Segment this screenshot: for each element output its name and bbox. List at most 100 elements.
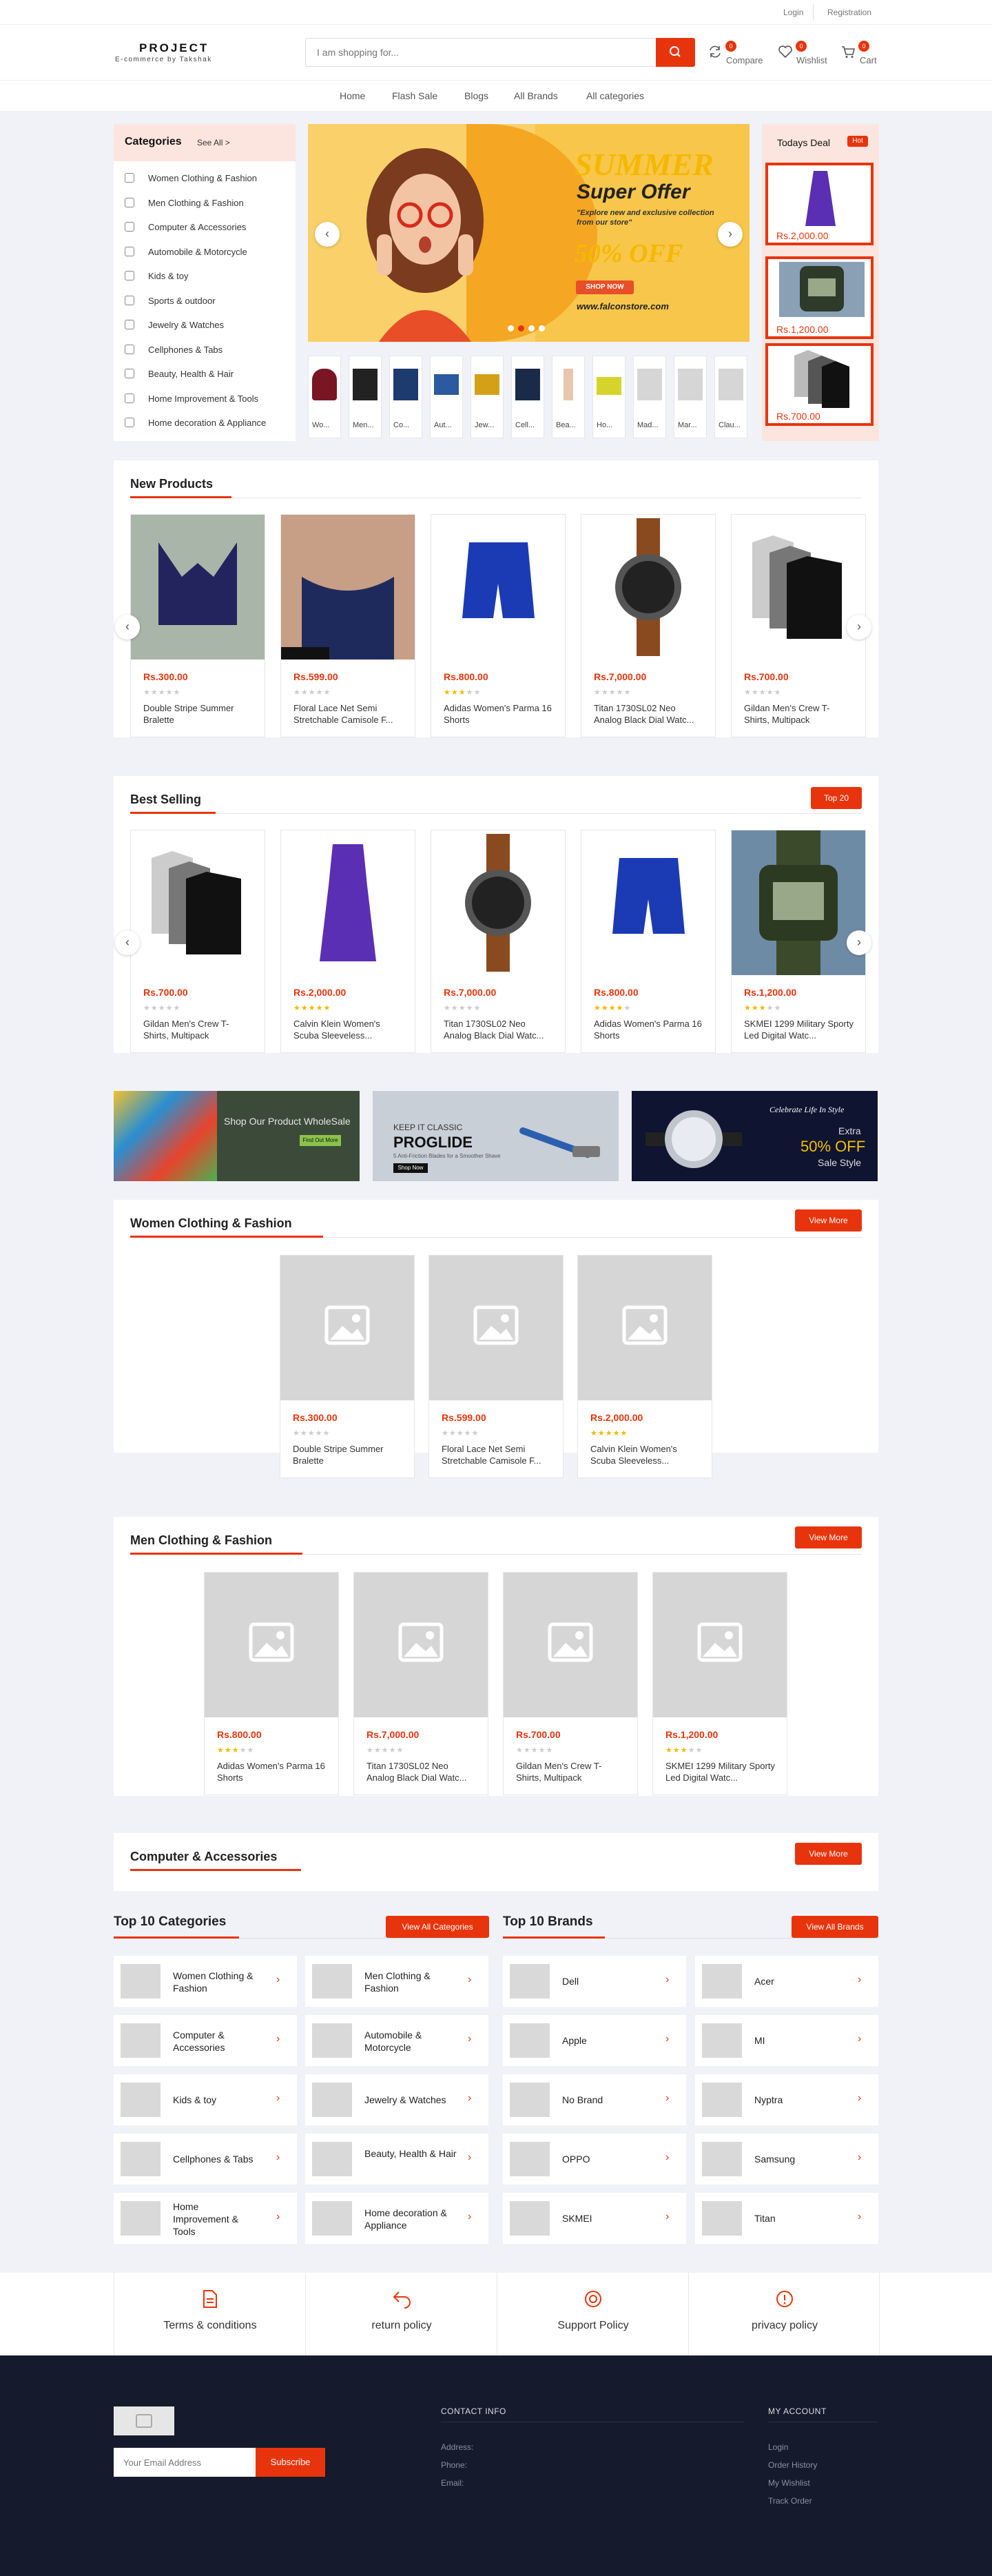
terms-conditions-link[interactable]: Terms & conditions (114, 2273, 305, 2355)
brand-tile[interactable]: Dell › (503, 1956, 686, 2007)
category-thumb[interactable]: Cell... (511, 356, 544, 438)
slider-prev-button[interactable]: ‹ (315, 222, 340, 247)
product-card[interactable]: Rs.1,200.00 ★★★★★ SKMEI 1299 Military Sp… (731, 830, 866, 1053)
category-thumb[interactable]: Wo... (308, 356, 341, 438)
category-tile[interactable]: Beauty, Health & Hair › (305, 2134, 488, 2185)
brand-tile[interactable]: MI › (695, 2015, 878, 2066)
brand-tile[interactable]: Nyptra › (695, 2074, 878, 2125)
track-order-link[interactable]: Track Order (768, 2496, 812, 2506)
product-card[interactable]: Rs.800.00 ★★★★★ Adidas Women's Parma 16 … (581, 830, 716, 1053)
footer-logo[interactable] (114, 2406, 174, 2435)
newsletter-email-input[interactable] (114, 2448, 256, 2477)
wholesale-banner[interactable]: Shop Our Product WholeSale Find Out More (114, 1091, 360, 1181)
category-tile[interactable]: Men Clothing & Fashion › (305, 1956, 488, 2007)
product-card[interactable]: Rs.7,000.00 ★★★★★ Titan 1730SL02 Neo Ana… (431, 830, 566, 1053)
search-button[interactable] (656, 38, 695, 67)
category-thumb[interactable]: Jew... (471, 356, 504, 438)
subscribe-button[interactable]: Subscribe (256, 2448, 325, 2477)
deal-card[interactable]: Rs.2,000.00 (765, 163, 874, 245)
registration-link[interactable]: Registration (827, 8, 871, 17)
category-thumb[interactable]: Bea... (552, 356, 585, 438)
category-thumb[interactable]: Aut... (430, 356, 463, 438)
product-card[interactable]: Rs.800.00 ★★★★★ Adidas Women's Parma 16 … (431, 514, 566, 737)
product-card[interactable]: Rs.700.00 ★★★★★ Gildan Men's Crew T-Shir… (130, 830, 265, 1053)
product-card[interactable]: Rs.1,200.00 ★★★★★ SKMEI 1299 Military Sp… (652, 1572, 787, 1795)
login-link[interactable]: Login (783, 8, 803, 17)
proglide-banner[interactable]: KEEP IT CLASSIC PROGLIDE 5 Anti-Friction… (373, 1091, 619, 1181)
deal-card[interactable]: Rs.700.00 (765, 343, 874, 426)
brand-tile[interactable]: Titan › (695, 2193, 878, 2244)
top-20-button[interactable]: Top 20 (811, 787, 862, 809)
product-card[interactable]: Rs.2,000.00 ★★★★★ Calvin Klein Women's S… (577, 1255, 712, 1478)
nav-flash-sale[interactable]: Flash Sale (392, 90, 437, 101)
privacy-policy-link[interactable]: privacy policy (688, 2273, 880, 2355)
brand-tile[interactable]: OPPO › (503, 2134, 686, 2185)
slider-dot[interactable] (528, 325, 535, 331)
support-policy-link[interactable]: Support Policy (497, 2273, 688, 2355)
logo-title[interactable]: PROJECT (139, 41, 209, 55)
product-card[interactable]: Rs.599.00 ★★★★★ Floral Lace Net Semi Str… (280, 514, 415, 737)
product-card[interactable]: Rs.700.00 ★★★★★ Gildan Men's Crew T-Shir… (503, 1572, 638, 1795)
slider-next-button[interactable]: › (718, 222, 743, 247)
product-card[interactable]: Rs.300.00 ★★★★★ Double Stripe Summer Bra… (280, 1255, 415, 1478)
slider-dot[interactable] (539, 325, 545, 331)
proglide-text: PROGLIDE (393, 1134, 473, 1151)
my-wishlist-link[interactable]: My Wishlist (768, 2478, 810, 2488)
carousel-next-button[interactable]: › (847, 930, 871, 955)
shop-now-button[interactable]: Shop Now (393, 1163, 428, 1173)
category-thumb[interactable]: Clau... (714, 356, 747, 438)
category-tile[interactable]: Cellphones & Tabs › (114, 2134, 297, 2185)
product-card[interactable]: Rs.2,000.00 ★★★★★ Calvin Klein Women's S… (280, 830, 415, 1053)
nav-blogs[interactable]: Blogs (464, 90, 488, 101)
category-tile[interactable]: Jewelry & Watches › (305, 2074, 488, 2125)
category-thumb[interactable]: Ho... (592, 356, 626, 438)
carousel-next-button[interactable]: › (847, 615, 871, 640)
nav-all-brands[interactable]: All Brands (514, 90, 558, 101)
footer-login-link[interactable]: Login (768, 2442, 788, 2452)
deal-card[interactable]: Rs.1,200.00 (765, 256, 874, 339)
product-card[interactable]: Rs.700.00 ★★★★★ Gildan Men's Crew T-Shir… (731, 514, 866, 737)
watch-sale-banner[interactable]: Celebrate Life In Style Extra 50% OFF Sa… (632, 1091, 878, 1181)
brand-tile[interactable]: Samsung › (695, 2134, 878, 2185)
category-thumb[interactable]: Mar... (674, 356, 707, 438)
search-input[interactable] (306, 39, 656, 66)
category-thumb[interactable]: Mad... (633, 356, 666, 438)
shop-now-button[interactable]: SHOP NOW (576, 280, 634, 294)
see-all-link[interactable]: See All > (197, 138, 230, 147)
find-out-more-button[interactable]: Find Out More (300, 1135, 341, 1146)
carousel-prev-button[interactable]: ‹ (115, 930, 140, 955)
category-thumb[interactable]: Men... (349, 356, 382, 438)
brand-tile[interactable]: Acer › (695, 1956, 878, 2007)
brand-tile[interactable]: SKMEI › (503, 2193, 686, 2244)
product-card[interactable]: Rs.800.00 ★★★★★ Adidas Women's Parma 16 … (204, 1572, 339, 1795)
nav-home[interactable]: Home (340, 90, 365, 101)
chevron-right-icon: › (276, 2211, 280, 2222)
category-tile[interactable]: Home Improvement & Tools › (114, 2193, 297, 2244)
slider-dot[interactable] (518, 325, 524, 331)
brand-tile[interactable]: Apple › (503, 2015, 686, 2066)
view-more-button[interactable]: View More (795, 1209, 862, 1231)
view-all-categories-button[interactable]: View All Categories (386, 1916, 489, 1938)
category-tile[interactable]: Automobile & Motorcycle › (305, 2015, 488, 2066)
category-tile[interactable]: Women Clothing & Fashion › (114, 1956, 297, 2007)
product-card[interactable]: Rs.300.00 ★★★★★ Double Stripe Summer Bra… (130, 514, 265, 737)
top-brands-title: Top 10 Brands (503, 1914, 593, 1929)
category-tile[interactable]: Kids & toy › (114, 2074, 297, 2125)
product-card[interactable]: Rs.7,000.00 ★★★★★ Titan 1730SL02 Neo Ana… (353, 1572, 488, 1795)
nav-all-categories[interactable]: All categories (586, 90, 644, 101)
order-history-link[interactable]: Order History (768, 2460, 817, 2470)
rating-stars: ★★★★★ (444, 688, 482, 697)
product-card[interactable]: Rs.7,000.00 ★★★★★ Titan 1730SL02 Neo Ana… (581, 514, 716, 737)
category-thumb[interactable]: Co... (389, 356, 422, 438)
brand-tile[interactable]: No Brand › (503, 2074, 686, 2125)
view-more-button[interactable]: View More (795, 1843, 862, 1865)
slider-dot[interactable] (508, 325, 514, 331)
hero-slider[interactable]: SUMMER Super Offer "Explore new and excl… (308, 124, 750, 342)
category-tile[interactable]: Computer & Accessories › (114, 2015, 297, 2066)
view-more-button[interactable]: View More (795, 1526, 862, 1548)
return-policy-link[interactable]: return policy (305, 2273, 497, 2355)
view-all-brands-button[interactable]: View All Brands (792, 1916, 878, 1938)
carousel-prev-button[interactable]: ‹ (115, 615, 140, 640)
category-tile[interactable]: Home decoration & Appliance › (305, 2193, 488, 2244)
product-card[interactable]: Rs.599.00 ★★★★★ Floral Lace Net Semi Str… (428, 1255, 564, 1478)
